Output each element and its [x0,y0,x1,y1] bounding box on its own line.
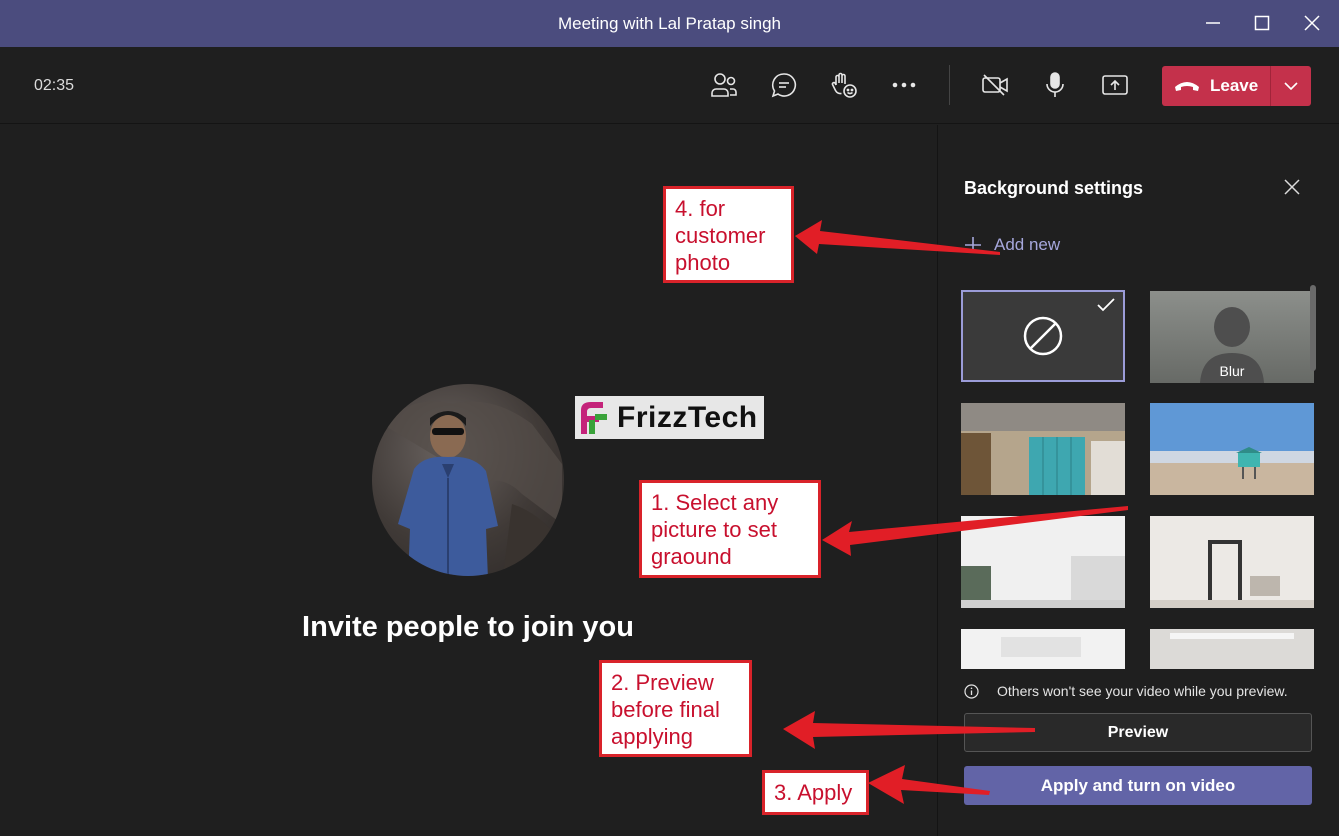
annotation-step3: 3. Apply [762,770,869,815]
microphone-button[interactable] [1037,67,1073,103]
leave-meeting-button[interactable]: Leave [1162,66,1311,106]
user-avatar [372,384,564,576]
annotation-step2: 2. Preview before final applying [599,660,752,757]
leave-options-dropdown[interactable] [1271,82,1311,90]
info-icon [964,683,979,699]
chat-icon [771,73,797,98]
beach-scene-icon [1150,403,1314,495]
frizztech-logo: FrizzTech [575,396,764,439]
background-white-room-1[interactable] [961,516,1125,608]
minimize-button[interactable] [1196,8,1230,38]
background-bright-room-1[interactable] [961,629,1125,669]
room-mirror-icon [1150,516,1314,608]
more-actions-button[interactable] [886,67,922,103]
no-background-icon [1023,316,1063,356]
blur-label: Blur [1219,363,1245,379]
office-scene-icon [961,403,1125,495]
leave-main[interactable]: Leave [1162,66,1270,106]
minimize-icon [1206,22,1220,24]
background-bright-room-2[interactable] [1150,629,1314,669]
close-icon [1304,15,1320,31]
raise-hand-icon [831,72,857,98]
invite-heading: Invite people to join you [302,611,634,643]
preview-info-text: Others won't see your video while you pr… [997,683,1288,699]
meeting-timer: 02:35 [34,77,75,94]
bright-room-icon-2 [1150,629,1314,669]
add-new-label: Add new [994,235,1061,254]
background-grid: Blur [938,285,1339,669]
title-bar: Meeting with Lal Pratap singh [0,0,1339,47]
plus-icon [965,237,981,253]
background-grid-scrollbar[interactable] [1310,285,1316,371]
close-window-button[interactable] [1295,8,1329,38]
close-panel-button[interactable] [1278,173,1306,201]
meeting-toolbar: 02:35 Leave [0,47,1339,124]
maximize-icon [1254,15,1270,31]
logo-text: FrizzTech [617,400,758,434]
preview-button[interactable]: Preview [964,713,1312,752]
close-icon [1284,179,1300,195]
background-blur-option[interactable]: Blur [1150,291,1314,383]
annotation-step1: 1. Select any picture to set graound [639,480,821,578]
annotation-step4: 4. for customer photo [663,186,794,283]
participants-button[interactable] [706,67,742,103]
chevron-down-icon [1284,82,1298,90]
background-none-option[interactable] [961,290,1125,382]
share-screen-icon [1102,75,1128,95]
background-office-lockers[interactable] [961,403,1125,495]
bright-room-icon [961,629,1125,669]
more-icon [892,82,916,88]
window-title: Meeting with Lal Pratap singh [557,14,782,33]
frizztech-logo-icon [581,401,607,434]
camera-toggle-button[interactable] [977,67,1013,103]
panel-title: Background settings [964,178,1144,198]
teams-meeting-window: Meeting with Lal Pratap singh 02:35 Leav… [0,0,1339,836]
people-icon [711,73,737,97]
reactions-button[interactable] [826,67,862,103]
checkmark-icon [1097,298,1115,312]
chat-button[interactable] [766,67,802,103]
share-content-button[interactable] [1097,67,1133,103]
toolbar-divider [949,65,950,105]
microphone-icon [1046,72,1064,97]
add-new-background-button[interactable]: Add new [964,235,1060,255]
maximize-button[interactable] [1245,8,1279,38]
background-settings-panel: Background settings Add new Blur Others … [937,125,1339,836]
background-white-room-2[interactable] [1150,516,1314,608]
background-beach[interactable] [1150,403,1314,495]
leave-label: Leave [1210,76,1259,95]
preview-info: Others won't see your video while you pr… [964,683,1288,699]
hang-up-icon [1175,82,1199,91]
person-photo-icon [382,401,562,576]
room-scene-icon [961,516,1125,608]
apply-and-turn-on-video-button[interactable]: Apply and turn on video [964,766,1312,805]
camera-off-icon [982,74,1008,96]
